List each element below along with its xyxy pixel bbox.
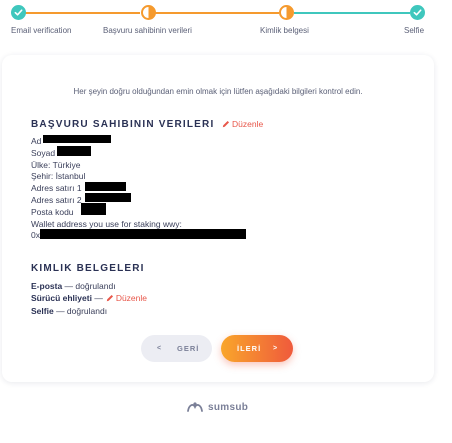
license-edit-link[interactable]: Düzenle xyxy=(106,293,147,303)
check-icon xyxy=(413,9,422,16)
step-applicant-progress-icon[interactable] xyxy=(141,5,156,20)
doc-license: Sürücü ehliyeti — Düzenle xyxy=(31,293,147,303)
doc-license-name: Sürücü ehliyeti xyxy=(31,293,92,303)
sumsub-brand-text: sumsub xyxy=(208,401,249,413)
next-button[interactable]: İLERİ > xyxy=(221,335,293,362)
step-email-check-icon[interactable] xyxy=(11,5,26,20)
applicant-section-title: Başvuru sahibinin verileri xyxy=(31,119,215,130)
doc-selfie-name: Selfie xyxy=(31,306,54,316)
field-ad: Ad xyxy=(31,136,42,146)
step-label-document: Kimlik belgesi xyxy=(260,26,309,35)
field-wallet-label: Wallet address you use for staking wwy: xyxy=(31,219,182,229)
applicant-edit-link[interactable]: Düzenle xyxy=(222,119,263,129)
step-document-progress-icon[interactable] xyxy=(279,5,294,20)
field-posta: Posta kodu xyxy=(31,207,74,217)
field-sehir: Şehir: İstanbul xyxy=(31,171,86,181)
step-label-email: Email verification xyxy=(11,26,72,35)
doc-email-name: E-posta xyxy=(31,281,63,291)
step-selfie-check-icon[interactable] xyxy=(410,5,425,20)
progress-stepper: Email verification Başvuru sahibinin ver… xyxy=(0,0,452,44)
check-icon xyxy=(14,9,23,16)
field-soyad: Soyad xyxy=(31,148,56,158)
step-label-applicant: Başvuru sahibinin verileri xyxy=(103,26,192,35)
stepper-line-2 xyxy=(155,12,279,14)
field-ulke: Ülke: Türkiye xyxy=(31,160,81,170)
pencil-icon xyxy=(222,120,230,128)
applicant-edit-label: Düzenle xyxy=(232,119,264,129)
doc-license-status: — xyxy=(94,293,103,303)
redaction-bar xyxy=(85,182,126,191)
doc-email: E-posta — doğrulandı xyxy=(31,281,116,291)
doc-email-status: — doğrulandı xyxy=(64,281,116,291)
chevron-left-icon: < xyxy=(157,345,163,352)
documents-section-title: Kimlik belgeleri xyxy=(31,263,145,274)
doc-selfie: Selfie — doğrulandı xyxy=(31,306,107,316)
stepper-line-1 xyxy=(24,12,140,14)
field-wallet-prefix: 0x xyxy=(31,230,40,240)
review-card: Her şeyin doğru olduğundan emin olmak iç… xyxy=(2,55,434,382)
doc-selfie-status: — doğrulandı xyxy=(56,306,108,316)
stepper-line-3 xyxy=(294,12,410,14)
chevron-right-icon: > xyxy=(273,345,279,352)
redaction-bar xyxy=(85,193,131,202)
field-adres2: Adres satırı 2 xyxy=(31,195,82,205)
pencil-icon xyxy=(106,294,113,302)
redaction-bar xyxy=(81,203,106,215)
redaction-bar xyxy=(43,135,111,143)
redaction-bar xyxy=(57,146,91,156)
sumsub-logo-icon xyxy=(187,402,203,412)
license-edit-label: Düzenle xyxy=(115,293,147,303)
sumsub-logo: sumsub xyxy=(186,401,248,413)
redaction-bar xyxy=(40,229,246,239)
back-button-label: GERİ xyxy=(177,344,200,353)
intro-text: Her şeyin doğru olduğundan emin olmak iç… xyxy=(73,87,363,96)
back-button[interactable]: < GERİ xyxy=(141,335,212,362)
field-adres1: Adres satırı 1 xyxy=(31,183,82,193)
step-label-selfie: Selfie xyxy=(404,26,425,35)
next-button-label: İLERİ xyxy=(237,344,262,353)
